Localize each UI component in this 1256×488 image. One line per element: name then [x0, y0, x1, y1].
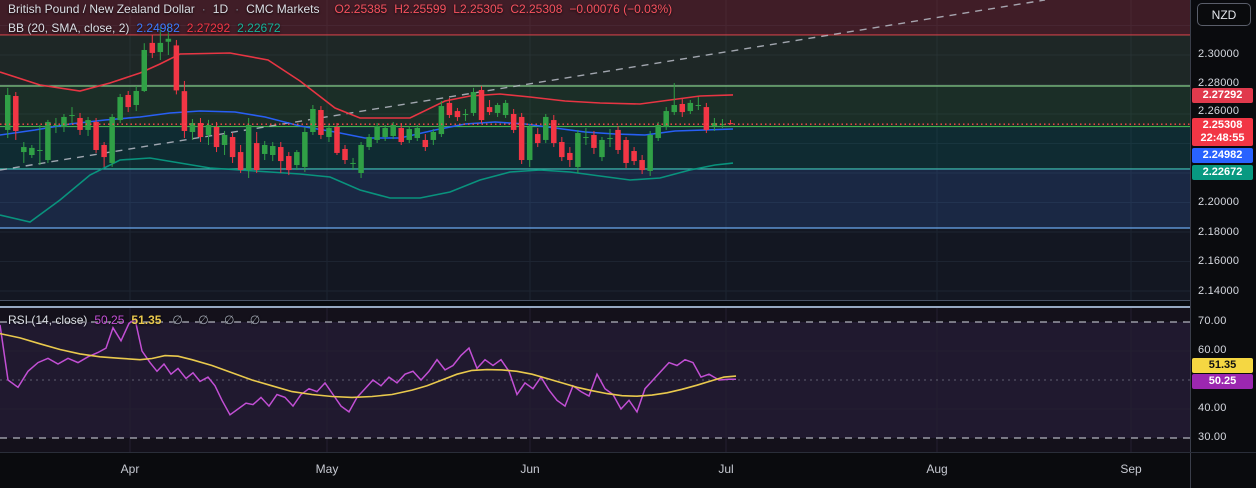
rsi-label: RSI (14, close): [8, 313, 88, 327]
rsi-ma-value: 51.35: [131, 313, 162, 327]
rsi-tick-label: 30.00: [1198, 431, 1227, 443]
price-level-label: 2.27292: [1192, 87, 1253, 103]
price-pane[interactable]: [0, 0, 1190, 300]
change-value: −0.00076 (−0.03%): [569, 2, 673, 16]
month-label-may: May: [315, 462, 339, 476]
price-axis[interactable]: NZD 2.30000 2.28000 2.26000 2.20000 2.18000 2…: [1190, 0, 1256, 452]
month-label-jun: Jun: [520, 462, 540, 476]
price-level-label: 2.24982: [1192, 147, 1253, 163]
interval-label: 1D: [212, 2, 229, 16]
rsi-tick-label: 60.00: [1198, 344, 1227, 356]
ohlc-open: O2.25385: [334, 2, 388, 16]
ohlc-low: L2.25305: [453, 2, 504, 16]
bb-basis-value: 2.24982: [136, 21, 180, 35]
month-label-jul: Jul: [718, 462, 734, 476]
price-level-label: 2.25308 22:48:55: [1192, 118, 1253, 146]
legend-separator: ·: [235, 2, 240, 16]
rsi-level-label: 51.35: [1192, 357, 1253, 373]
axis-corner-divider: [1190, 453, 1191, 488]
rsi-pane[interactable]: [0, 308, 1190, 452]
rsi-empty-values: ∅ ∅ ∅ ∅: [172, 313, 267, 327]
bb-upper-value: 2.27292: [186, 21, 231, 35]
symbol-title: British Pound / New Zealand Dollar: [8, 2, 195, 16]
price-tick-label: 2.16000: [1198, 255, 1240, 267]
rsi-tick-label: 40.00: [1198, 402, 1227, 414]
rsi-value: 50.25: [94, 313, 125, 327]
price-tick-label: 2.26000: [1198, 105, 1240, 117]
price-tick-label: 2.14000: [1198, 285, 1240, 297]
month-label-aug: Aug: [926, 462, 948, 476]
rsi-tick-label: 70.00: [1198, 315, 1227, 327]
price-tick-label: 2.20000: [1198, 196, 1240, 208]
price-tick-label: 2.18000: [1198, 226, 1240, 238]
month-label-apr: Apr: [120, 462, 140, 476]
time-axis[interactable]: Apr May Jun Jul Aug Sep: [0, 452, 1256, 488]
bb-lower-value: 2.22672: [237, 21, 281, 35]
bb-label: BB (20, SMA, close, 2): [8, 21, 130, 35]
pane-separator[interactable]: [0, 300, 1256, 308]
legend-separator: ·: [201, 2, 206, 16]
rsi-chart-canvas[interactable]: [0, 308, 1190, 452]
price-chart-canvas[interactable]: [0, 0, 1190, 300]
rsi-legend[interactable]: RSI (14, close) 50.25 51.35 ∅ ∅ ∅ ∅: [8, 313, 266, 327]
month-label-sep: Sep: [1120, 462, 1142, 476]
exchange-label: CMC Markets: [246, 2, 320, 16]
currency-toggle-button[interactable]: NZD: [1197, 3, 1251, 26]
bb-legend[interactable]: BB (20, SMA, close, 2) 2.24982 2.27292 2…: [8, 21, 281, 35]
ohlc-high: H2.25599: [394, 2, 447, 16]
rsi-level-label: 50.25: [1192, 373, 1253, 389]
symbol-legend[interactable]: British Pound / New Zealand Dollar · 1D …: [8, 2, 672, 16]
ohlc-close: C2.25308: [510, 2, 563, 16]
price-level-label: 2.22672: [1192, 164, 1253, 180]
price-tick-label: 2.30000: [1198, 48, 1240, 60]
trading-chart-app: British Pound / New Zealand Dollar · 1D …: [0, 0, 1256, 488]
